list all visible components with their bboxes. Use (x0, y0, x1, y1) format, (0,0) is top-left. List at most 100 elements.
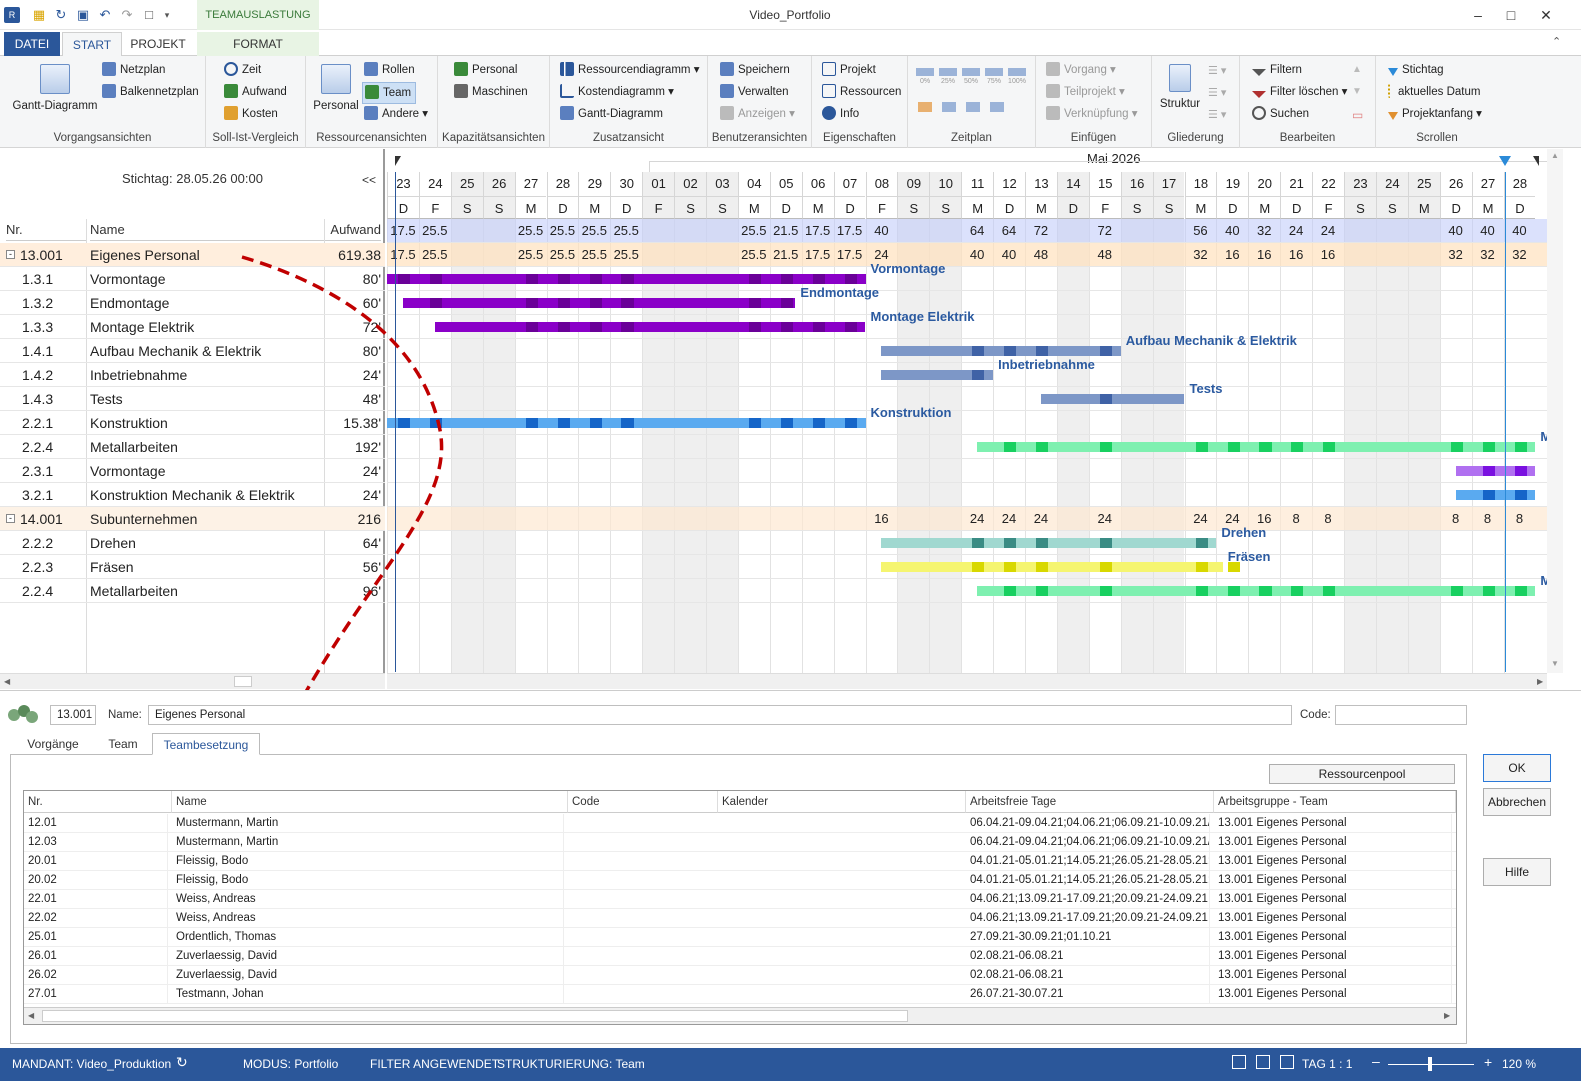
ressourcen-props-button[interactable]: Ressourcen (822, 82, 901, 102)
view-icon[interactable]: □ (140, 6, 158, 24)
kostendiagramm-button[interactable]: Kostendiagramm ▾ (560, 82, 674, 102)
task-row[interactable]: 3.2.1 Konstruktion Mechanik & Elektrik 24' (0, 483, 385, 507)
scroll-up-icon[interactable]: ▲ (1551, 151, 1559, 160)
table-row[interactable]: 22.01 Weiss, Andreas 04.06.21;13.09.21-17.… (24, 890, 1456, 909)
verwalten-button[interactable]: Verwalten (720, 82, 789, 102)
task-bar[interactable] (434, 322, 866, 332)
task-row[interactable]: 2.2.4 Metallarbeiten 96' (0, 579, 385, 603)
grid-header[interactable]: Arbeitsfreie Tage (966, 791, 1214, 813)
grid-header[interactable]: Name (172, 791, 568, 813)
projektanfang-button[interactable]: Projektanfang ▾ (1388, 104, 1482, 124)
task-row[interactable]: 2.3.1 Vormontage 24' (0, 459, 385, 483)
zoom-slider-thumb[interactable] (1428, 1057, 1432, 1071)
collapse-toggle-icon[interactable]: - (6, 514, 15, 523)
table-row[interactable]: 20.02 Fleissig, Bodo 04.01.21-05.01.21;14.… (24, 871, 1456, 890)
task-bar[interactable] (977, 586, 1536, 596)
task-bar[interactable] (387, 274, 866, 284)
grid-hscroll[interactable]: ◀ ▶ (24, 1007, 1456, 1024)
col-header-name[interactable]: Name (90, 219, 325, 241)
ressourcendiagramm-button[interactable]: Ressourcendiagramm ▾ (560, 60, 699, 80)
move-up-icon[interactable]: ▲ (1352, 64, 1362, 75)
scroll-left-icon[interactable]: ◀ (4, 677, 10, 686)
scroll-down-icon[interactable]: ▼ (1551, 659, 1559, 668)
sync-icon[interactable]: ↻ (176, 1054, 188, 1071)
tab-start[interactable]: START (62, 32, 122, 56)
tab-datei[interactable]: DATEI (4, 32, 60, 56)
task-bar[interactable] (1040, 394, 1185, 404)
ressourcenpool-button[interactable]: Ressourcenpool (1269, 764, 1455, 784)
grid-header[interactable]: Kalender (718, 791, 966, 813)
ok-button[interactable]: OK (1483, 754, 1551, 782)
teilprojekt-button[interactable]: Teilprojekt ▾ (1046, 82, 1125, 102)
table-row[interactable]: 22.02 Weiss, Andreas 04.06.21;13.09.21-17.… (24, 909, 1456, 928)
task-bar[interactable] (881, 562, 1240, 572)
open-folder-icon[interactable]: ▦ (30, 6, 48, 24)
outline-outdent-icon[interactable]: ☰ ▾ (1208, 108, 1226, 121)
tab-projekt[interactable]: PROJEKT (124, 32, 192, 56)
outline-indent-icon[interactable]: ☰ ▾ (1208, 86, 1226, 99)
anzeigen-button[interactable]: Anzeigen ▾ (720, 104, 795, 124)
personal-view-button[interactable]: Personal (312, 60, 360, 112)
scroll-right-icon[interactable]: ▶ (1444, 1011, 1450, 1020)
refresh-icon[interactable]: ↻ (52, 6, 70, 24)
task-row[interactable]: 2.2.3 Fräsen 56' (0, 555, 385, 579)
redo-icon[interactable]: ↷ (118, 6, 136, 24)
view-table-icon[interactable] (1232, 1055, 1246, 1069)
gantt-diagramm-button[interactable]: Gantt-Diagramm (8, 60, 102, 112)
chart-hscroll[interactable]: ▶ (387, 673, 1547, 689)
aktuelles-datum-button[interactable]: aktuelles Datum (1388, 82, 1480, 102)
col-header-aufwand[interactable]: Aufwand (325, 219, 381, 241)
tab-vorgaenge[interactable]: Vorgänge (22, 733, 84, 755)
suchen-button[interactable]: Suchen (1252, 104, 1309, 124)
zoom-in-icon[interactable]: + (1484, 1054, 1492, 1070)
zusatz-gantt-button[interactable]: Gantt-Diagramm (560, 104, 663, 124)
task-row[interactable]: 2.2.4 Metallarbeiten 192' (0, 435, 385, 459)
grid-scroll-thumb[interactable] (42, 1010, 908, 1022)
table-row[interactable]: 26.01 Zuverlaessig, David 02.08.21-06.08.2… (24, 947, 1456, 966)
move-icon[interactable] (918, 102, 932, 112)
collapse-pane-button[interactable]: << (362, 173, 376, 187)
task-row[interactable]: 1.3.2 Endmontage 60' (0, 291, 385, 315)
task-row[interactable]: 2.2.2 Drehen 64' (0, 531, 385, 555)
chart-vscroll[interactable]: ▲ ▼ (1547, 149, 1563, 673)
scroll-right-icon[interactable]: ▶ (1537, 677, 1543, 686)
grid-header[interactable]: Nr. (24, 791, 172, 813)
table-row[interactable]: 12.01 Mustermann, Martin 06.04.21-09.04.21… (24, 814, 1456, 833)
task-bar[interactable] (881, 370, 994, 380)
task-bar[interactable] (387, 418, 866, 428)
view-grid-icon[interactable] (1256, 1055, 1270, 1069)
team-name-field[interactable]: Eigenes Personal (148, 705, 1292, 725)
task-bar[interactable] (881, 538, 1217, 548)
table-row[interactable]: 12.03 Mustermann, Martin 06.04.21-09.04.21… (24, 833, 1456, 852)
task-row[interactable]: 1.4.2 Inbetriebnahme 24' (0, 363, 385, 387)
table-row[interactable]: 25.01 Ordentlich, Thomas 27.09.21-30.09.21… (24, 928, 1456, 947)
view-calendar-icon[interactable] (1280, 1055, 1294, 1069)
task-row[interactable]: 1.4.3 Tests 48' (0, 387, 385, 411)
task-bar[interactable] (1455, 466, 1536, 476)
task-bar[interactable] (977, 442, 1536, 452)
zeit-button[interactable]: Zeit (224, 60, 261, 80)
rollen-button[interactable]: Rollen (364, 60, 415, 80)
vorgang-button[interactable]: Vorgang ▾ (1046, 60, 1116, 80)
task-row[interactable]: 1.3.3 Montage Elektrik 72' (0, 315, 385, 339)
customize-qa-icon[interactable]: ▾ (158, 6, 176, 24)
collapse-toggle-icon[interactable]: - (6, 250, 15, 259)
task-bar[interactable] (402, 298, 796, 308)
task-bar[interactable] (1455, 490, 1536, 500)
projekt-props-button[interactable]: Projekt (822, 60, 876, 80)
split-icon[interactable] (942, 102, 956, 112)
grid-header[interactable]: Code (568, 791, 718, 813)
team-nr-field[interactable]: 13.001 (50, 705, 96, 725)
maximize-icon[interactable]: □ (1496, 4, 1526, 26)
scroll-left-icon[interactable]: ◀ (28, 1011, 34, 1020)
netzplan-button[interactable]: Netzplan (102, 60, 165, 80)
info-button[interactable]: Info (822, 104, 859, 124)
speichern-button[interactable]: Speichern (720, 60, 790, 80)
stichtag-scroll-button[interactable]: Stichtag (1388, 60, 1444, 80)
pct-50-icon[interactable] (962, 68, 980, 76)
grid-header[interactable]: Arbeitsgruppe - Team (1214, 791, 1456, 813)
tab-team[interactable]: Team (98, 733, 148, 755)
aufwand-button[interactable]: Aufwand (224, 82, 287, 102)
verknuepfung-button[interactable]: Verknüpfung ▾ (1046, 104, 1138, 124)
abbrechen-button[interactable]: Abbrechen (1483, 788, 1551, 816)
